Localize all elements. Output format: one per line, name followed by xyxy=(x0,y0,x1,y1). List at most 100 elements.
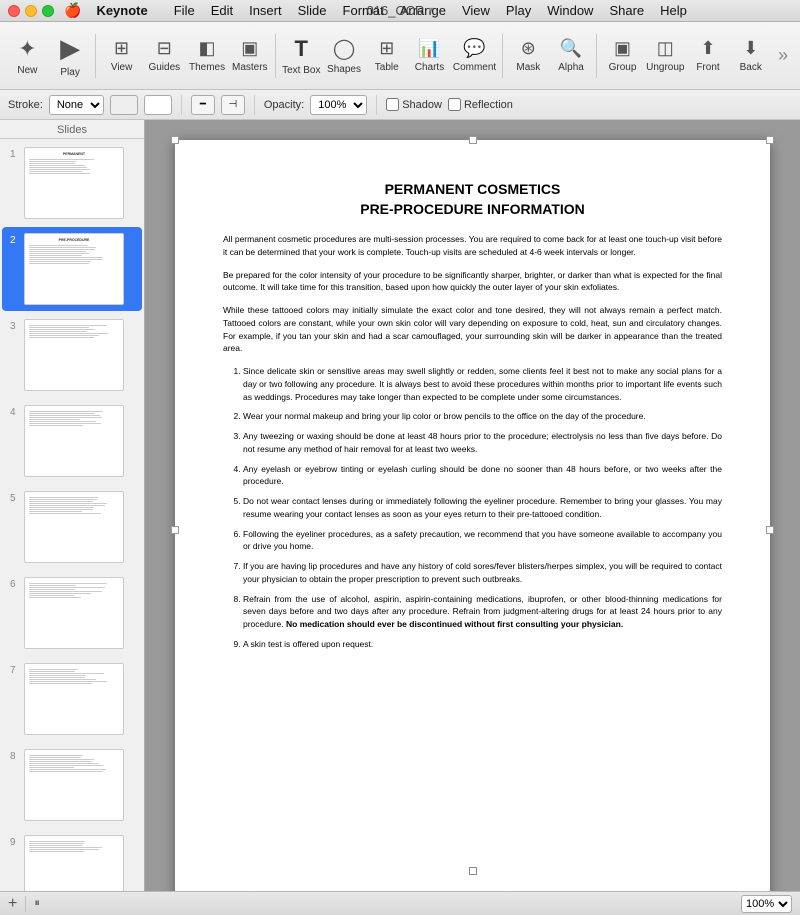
slide-thumb-3[interactable]: 3 xyxy=(2,313,142,397)
toolbar-sep-3 xyxy=(502,34,503,78)
window-title: 016_OCR xyxy=(367,3,425,18)
menu-bar: 🍎 Keynote File Edit Insert Slide Format … xyxy=(0,0,800,22)
app-name-menu[interactable]: Keynote xyxy=(89,2,154,19)
toolbar-new[interactable]: ✦ New xyxy=(8,27,47,85)
minimize-button[interactable] xyxy=(25,5,37,17)
slide-thumbnail-5 xyxy=(24,491,124,563)
toolbar-themes[interactable]: ◧ Themes xyxy=(188,27,227,85)
traffic-lights xyxy=(8,5,54,17)
apple-logo[interactable]: 🍎 xyxy=(64,2,81,19)
menu-file[interactable]: File xyxy=(167,2,202,19)
slide-thumbnail-2: PRE-PROCEDURE xyxy=(24,233,124,305)
toolbar-mask-label: Mask xyxy=(516,62,540,73)
stroke-color-box[interactable] xyxy=(110,95,138,115)
toolbar-mask[interactable]: ⊛ Mask xyxy=(509,27,548,85)
toolbar-themes-label: Themes xyxy=(189,62,225,73)
toolbar-group[interactable]: ▣ Group xyxy=(603,27,642,85)
title-dropdown-arrow[interactable]: ▾ xyxy=(428,5,433,16)
menu-help[interactable]: Help xyxy=(653,2,694,19)
stroke-color-box2[interactable] xyxy=(144,95,172,115)
slide-num-2: 2 xyxy=(10,233,20,246)
stroke-select[interactable]: None xyxy=(49,95,104,115)
toolbar-overflow[interactable]: » xyxy=(774,41,792,70)
toolbar-shapes[interactable]: ◯ Shapes xyxy=(325,27,364,85)
slide-body[interactable]: All permanent cosmetic procedures are mu… xyxy=(223,233,722,651)
handle-lm[interactable] xyxy=(171,526,179,534)
slide-canvas: PERMANENT COSMETICS PRE-PROCEDURE INFORM… xyxy=(175,140,770,891)
list-item-6: Following the eyeliner procedures, as a … xyxy=(243,528,722,554)
slide-thumb-4[interactable]: 4 xyxy=(2,399,142,483)
menu-edit[interactable]: Edit xyxy=(204,2,240,19)
fullscreen-button[interactable] xyxy=(42,5,54,17)
shadow-label[interactable]: Shadow xyxy=(386,98,442,111)
handle-bottom xyxy=(469,867,477,875)
slide-thumb-content-3 xyxy=(25,320,123,343)
toolbar-ungroup[interactable]: ◫ Ungroup xyxy=(646,27,685,85)
toolbar-guides[interactable]: ⊟ Guides xyxy=(145,27,184,85)
canvas-area[interactable]: PERMANENT COSMETICS PRE-PROCEDURE INFORM… xyxy=(145,120,800,891)
zoom-select[interactable]: 100% 75% 50% 150% xyxy=(741,895,792,913)
list-item-4: Any eyelash or eyebrow tinting or eyelas… xyxy=(243,463,722,489)
menu-window[interactable]: Window xyxy=(540,2,600,19)
toolbar-play[interactable]: ▶ Play xyxy=(51,27,90,85)
toolbar-play-label: Play xyxy=(60,67,79,78)
toolbar-table[interactable]: ⊞ Table xyxy=(367,27,406,85)
opacity-select[interactable]: 100% 90% 80% xyxy=(310,95,367,115)
opacity-label: Opacity: xyxy=(264,99,304,111)
reflection-label[interactable]: Reflection xyxy=(448,98,513,111)
line-arrow-btn[interactable]: ⊣ xyxy=(221,95,245,115)
handle-tm[interactable] xyxy=(469,136,477,144)
slide-thumb-9[interactable]: 9 xyxy=(2,829,142,891)
slide-thumb-content-4 xyxy=(25,406,123,431)
add-slide-button[interactable]: + xyxy=(8,896,17,912)
toolbar-textbox[interactable]: T Text Box xyxy=(282,27,321,85)
menu-slide[interactable]: Slide xyxy=(291,2,334,19)
back-icon: ⬇ xyxy=(743,38,758,59)
toolbar-shapes-label: Shapes xyxy=(327,64,361,75)
handle-rm[interactable] xyxy=(766,526,774,534)
textbox-icon: T xyxy=(295,36,308,62)
slide-thumb-7[interactable]: 7 xyxy=(2,657,142,741)
shadow-checkbox[interactable] xyxy=(386,98,399,111)
pause-icon[interactable]: ⏸ xyxy=(34,897,40,910)
close-button[interactable] xyxy=(8,5,20,17)
menu-share[interactable]: Share xyxy=(602,2,651,19)
table-icon: ⊞ xyxy=(379,38,394,59)
menu-view[interactable]: View xyxy=(455,2,497,19)
reflection-checkbox[interactable] xyxy=(448,98,461,111)
handle-tl[interactable] xyxy=(171,136,179,144)
slide-paragraph-1: All permanent cosmetic procedures are mu… xyxy=(223,233,722,259)
toolbar-ungroup-label: Ungroup xyxy=(646,62,684,73)
slide-thumb-2[interactable]: 2 PRE-PROCEDURE xyxy=(2,227,142,311)
toolbar-view[interactable]: ⊞ View xyxy=(102,27,141,85)
menu-play[interactable]: Play xyxy=(499,2,538,19)
view-icon: ⊞ xyxy=(114,38,129,59)
line-style-btn[interactable]: ━ xyxy=(191,95,215,115)
mask-icon: ⊛ xyxy=(521,38,536,59)
list-item-5: Do not wear contact lenses during or imm… xyxy=(243,495,722,521)
slide-thumbnail-6 xyxy=(24,577,124,649)
slide-thumb-8[interactable]: 8 xyxy=(2,743,142,827)
slide-thumb-5[interactable]: 5 xyxy=(2,485,142,569)
slide-thumb-6[interactable]: 6 xyxy=(2,571,142,655)
slide-thumbnail-1: PERMANENT xyxy=(24,147,124,219)
slide-num-7: 7 xyxy=(10,663,20,676)
format-bar: Stroke: None ━ ⊣ Opacity: 100% 90% 80% S… xyxy=(0,90,800,120)
slide-thumbnail-9 xyxy=(24,835,124,891)
play-icon: ▶ xyxy=(60,33,80,64)
slide-thumb-1[interactable]: 1PERMANENT xyxy=(2,141,142,225)
toolbar-comment[interactable]: 💬 Comment xyxy=(453,27,496,85)
toolbar-group-label: Group xyxy=(609,62,637,73)
stroke-label: Stroke: xyxy=(8,99,43,111)
menu-insert[interactable]: Insert xyxy=(242,2,289,19)
handle-tr[interactable] xyxy=(766,136,774,144)
toolbar-charts[interactable]: 📊 Charts xyxy=(410,27,449,85)
toolbar-back[interactable]: ⬇ Back xyxy=(731,27,770,85)
toolbar: ✦ New ▶ Play ⊞ View ⊟ Guides ◧ Themes ▣ … xyxy=(0,22,800,90)
slide-paragraph-3: While these tattooed colors may initiall… xyxy=(223,304,722,355)
toolbar-masters[interactable]: ▣ Masters xyxy=(230,27,269,85)
toolbar-front[interactable]: ⬆ Front xyxy=(689,27,728,85)
slide-num-6: 6 xyxy=(10,577,20,590)
toolbar-alpha[interactable]: 🔍 Alpha xyxy=(552,27,591,85)
slide-thumbnail-4 xyxy=(24,405,124,477)
